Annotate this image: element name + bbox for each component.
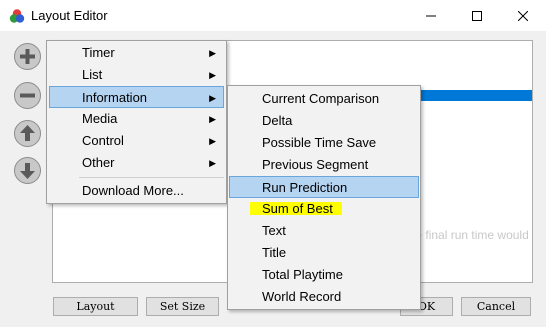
submenu-arrow-icon: ▶: [209, 93, 216, 103]
livesplit-app-icon: [9, 9, 25, 23]
remove-component-icon[interactable]: [13, 81, 42, 110]
submenu-item-label: Delta: [262, 113, 293, 128]
move-up-icon[interactable]: [13, 119, 42, 148]
menu-item-control[interactable]: Control ▶: [49, 130, 224, 152]
maximize-button[interactable]: [454, 0, 500, 31]
cancel-button[interactable]: Cancel: [461, 297, 531, 316]
submenu-item-total-playtime[interactable]: Total Playtime: [230, 264, 418, 286]
menu-item-timer[interactable]: Timer ▶: [49, 42, 224, 64]
submenu-item-label: Text: [262, 223, 286, 238]
menu-item-label: Download More...: [82, 183, 184, 198]
menu-separator: [79, 177, 224, 178]
submenu-item-delta[interactable]: Delta: [230, 110, 418, 132]
submenu-arrow-icon: ▶: [209, 114, 216, 124]
menu-item-information[interactable]: Information ▶: [49, 86, 224, 108]
submenu-item-sum-of-best[interactable]: Sum of Best: [230, 198, 418, 220]
menu-item-label: Timer: [82, 45, 115, 60]
minimize-icon: [426, 15, 436, 16]
submenu-item-label: World Record: [262, 289, 342, 304]
submenu-item-label: Current Comparison: [262, 91, 380, 106]
information-submenu: Current Comparison Delta Possible Time S…: [227, 85, 421, 310]
close-button[interactable]: [500, 0, 546, 31]
submenu-item-label: Total Playtime: [262, 267, 343, 282]
close-icon: [518, 10, 528, 21]
submenu-item-previous-segment[interactable]: Previous Segment: [230, 154, 418, 176]
submenu-item-label: Previous Segment: [262, 157, 369, 172]
move-down-icon[interactable]: [13, 156, 42, 185]
submenu-arrow-icon: ▶: [209, 158, 216, 168]
selected-component-row[interactable]: [420, 90, 532, 101]
submenu-item-label: Run Prediction: [262, 180, 348, 195]
menu-item-label: Information: [82, 90, 148, 105]
submenu-item-run-prediction[interactable]: Run Prediction: [229, 176, 419, 198]
layout-button[interactable]: Layout: [53, 297, 138, 316]
menu-item-label: Control: [82, 133, 124, 148]
submenu-arrow-icon: ▶: [209, 136, 216, 146]
menu-item-list[interactable]: List ▶: [49, 64, 224, 86]
submenu-arrow-icon: ▶: [209, 48, 216, 58]
menu-item-label: Other: [82, 155, 115, 170]
minimize-button[interactable]: [408, 0, 454, 31]
set-size-button[interactable]: Set Size: [146, 297, 219, 316]
menu-item-label: Media: [82, 111, 118, 126]
submenu-item-text[interactable]: Text: [230, 220, 418, 242]
title-bar: Layout Editor: [0, 0, 546, 31]
submenu-item-label: Title: [262, 245, 287, 260]
window-title: Layout Editor: [31, 8, 108, 23]
submenu-item-current-comparison[interactable]: Current Comparison: [230, 88, 418, 110]
submenu-item-possible-time-save[interactable]: Possible Time Save: [230, 132, 418, 154]
maximize-icon: [472, 10, 482, 21]
submenu-item-world-record[interactable]: World Record: [230, 286, 418, 308]
submenu-arrow-icon: ▶: [209, 70, 216, 80]
add-component-icon[interactable]: [13, 42, 42, 71]
menu-item-other[interactable]: Other ▶: [49, 152, 224, 174]
menu-item-media[interactable]: Media ▶: [49, 108, 224, 130]
add-component-menu: Timer ▶ List ▶ Information ▶ Media ▶ Con…: [46, 40, 227, 204]
submenu-item-label: Sum of Best: [262, 201, 333, 216]
submenu-item-title[interactable]: Title: [230, 242, 418, 264]
menu-item-download-more[interactable]: Download More...: [49, 180, 224, 202]
submenu-item-label: Possible Time Save: [262, 135, 377, 150]
menu-item-label: List: [82, 67, 103, 82]
